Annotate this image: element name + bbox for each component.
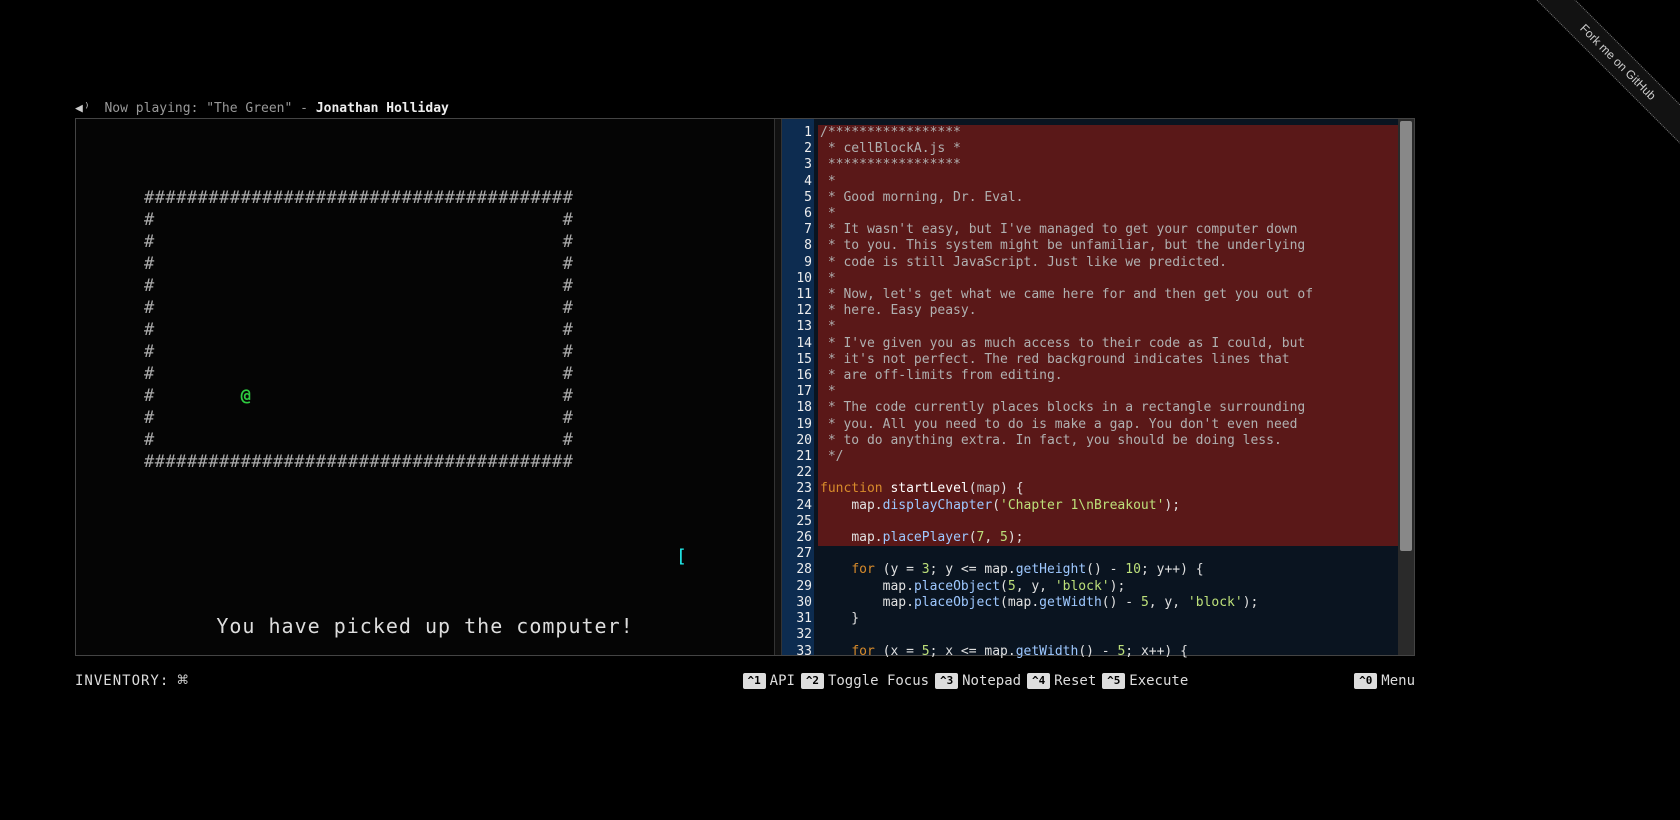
code-line[interactable] <box>818 627 1414 643</box>
code-line: * cellBlockA.js * <box>818 141 1414 157</box>
code-line: */ <box>818 449 1414 465</box>
code-line: * to you. This system might be unfamilia… <box>818 238 1414 254</box>
shortcut-api[interactable]: ^1API <box>743 673 795 689</box>
shortcut-execute[interactable]: ^5Execute <box>1102 673 1188 689</box>
code-line[interactable]: for (x = 5; x <= map.getWidth() - 5; x++… <box>818 644 1414 660</box>
now-playing-artist: Jonathan Holliday <box>316 101 449 116</box>
game-viewport[interactable]: ########################################… <box>76 119 774 655</box>
shortcut-notepad[interactable]: ^3Notepad <box>935 673 1021 689</box>
editor-gutter: 1234567891011121314151617181920212223242… <box>782 119 814 655</box>
fork-ribbon-label: Fork me on GitHub <box>1516 0 1680 164</box>
code-line: map.displayChapter('Chapter 1\nBreakout'… <box>818 498 1414 514</box>
game-message: You have picked up the computer! <box>76 614 774 638</box>
code-line: ***************** <box>818 157 1414 173</box>
code-line <box>818 465 1414 481</box>
editor-code[interactable]: /***************** * cellBlockA.js * ***… <box>814 119 1414 655</box>
code-line: * The code currently places blocks in a … <box>818 400 1414 416</box>
code-line <box>818 514 1414 530</box>
game-grid: ########################################… <box>144 187 573 473</box>
now-playing-sep: - <box>292 101 315 116</box>
now-playing: ◀︎⁾ Now playing: "The Green" - Jonathan … <box>75 101 449 116</box>
code-line: * Good morning, Dr. Eval. <box>818 190 1414 206</box>
code-line: * here. Easy peasy. <box>818 303 1414 319</box>
code-line: * are off-limits from editing. <box>818 368 1414 384</box>
shortcuts: ^1API ^2Toggle Focus ^3Notepad ^4Reset ^… <box>743 673 1415 689</box>
code-line: * to do anything extra. In fact, you sho… <box>818 433 1414 449</box>
code-line: function startLevel(map) { <box>818 481 1414 497</box>
now-playing-prefix: Now playing: <box>104 101 206 116</box>
computer-item-glyph: [ <box>676 546 687 567</box>
code-editor[interactable]: 1234567891011121314151617181920212223242… <box>782 119 1414 655</box>
code-line[interactable]: map.placeObject(map.getWidth() - 5, y, '… <box>818 595 1414 611</box>
code-line: * Now, let's get what we came here for a… <box>818 287 1414 303</box>
speaker-icon: ◀︎⁾ <box>75 101 91 116</box>
shortcut-menu[interactable]: ^0Menu <box>1354 673 1415 689</box>
code-line: * it's not perfect. The red background i… <box>818 352 1414 368</box>
code-line: * <box>818 271 1414 287</box>
shortcut-reset[interactable]: ^4Reset <box>1027 673 1096 689</box>
code-line[interactable]: for (y = 3; y <= map.getHeight() - 10; y… <box>818 562 1414 578</box>
code-line: * <box>818 206 1414 222</box>
code-line: * <box>818 319 1414 335</box>
main-panel: ########################################… <box>75 118 1415 656</box>
pane-splitter[interactable] <box>774 119 782 655</box>
bottom-bar: INVENTORY: ⌘ ^1API ^2Toggle Focus ^3Note… <box>75 670 1415 691</box>
code-line: map.placePlayer(7, 5); <box>818 530 1414 546</box>
code-line: * code is still JavaScript. Just like we… <box>818 255 1414 271</box>
shortcut-toggle-focus[interactable]: ^2Toggle Focus <box>801 673 929 689</box>
computer-inventory-icon[interactable]: ⌘ <box>177 670 188 691</box>
editor-scrollbar[interactable] <box>1398 119 1414 655</box>
code-line: * I've given you as much access to their… <box>818 336 1414 352</box>
code-line[interactable] <box>818 546 1414 562</box>
code-line[interactable]: } <box>818 611 1414 627</box>
code-line: * <box>818 384 1414 400</box>
fork-ribbon[interactable]: Fork me on GitHub <box>1500 0 1680 180</box>
code-line: * you. All you need to do is make a gap.… <box>818 417 1414 433</box>
code-line: * It wasn't easy, but I've managed to ge… <box>818 222 1414 238</box>
code-line[interactable]: map.placeObject(5, y, 'block'); <box>818 579 1414 595</box>
code-line: /***************** <box>818 125 1414 141</box>
code-line: * <box>818 174 1414 190</box>
player-glyph: @ <box>241 386 252 406</box>
now-playing-track: "The Green" <box>206 101 292 116</box>
inventory-label: INVENTORY: <box>75 673 169 689</box>
scrollbar-thumb[interactable] <box>1400 121 1412 551</box>
